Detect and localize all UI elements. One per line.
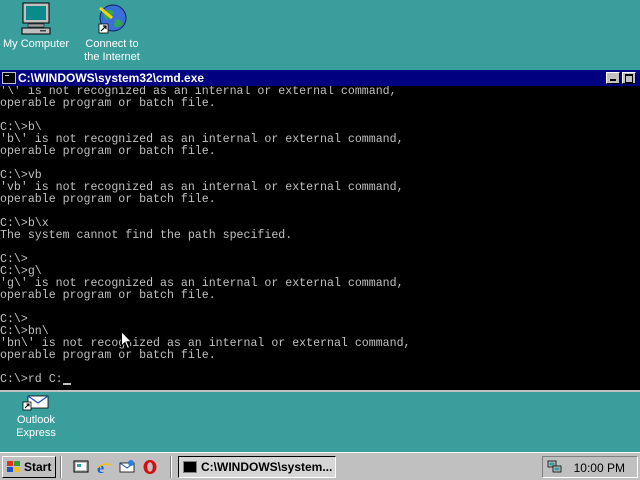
console-line: C:\>	[0, 253, 28, 266]
console-line: operable program or batch file.	[0, 349, 216, 362]
start-button[interactable]: Start	[2, 456, 56, 478]
desktop-icon-label: My Computer	[2, 38, 70, 50]
desktop-icon-my-computer[interactable]: My Computer	[0, 2, 76, 51]
opera-icon[interactable]	[142, 459, 158, 475]
taskbar-separator	[170, 456, 172, 478]
cmd-icon	[183, 461, 197, 473]
desktop-icon-outlook-express[interactable]: Outlook Express	[0, 394, 76, 440]
mouse-pointer-icon	[121, 331, 133, 350]
task-button-cmd[interactable]: C:\WINDOWS\system...	[178, 456, 336, 478]
console-line: operable program or batch file.	[0, 289, 216, 302]
console-line: operable program or batch file.	[0, 193, 216, 206]
network-icon[interactable]	[547, 460, 563, 474]
clock[interactable]: 10:00 PM	[574, 461, 625, 475]
desktop-icon-label: Outlook Express	[16, 414, 56, 439]
text-cursor	[62, 383, 71, 385]
globe-shortcut-icon	[98, 4, 127, 34]
desktop-icon-label: Connect to the Internet	[84, 38, 140, 63]
desktop-icon-connect-internet[interactable]: Connect to the Internet	[72, 2, 152, 64]
console-output[interactable]: '\' is not recognized as an internal or …	[0, 86, 640, 390]
cmd-icon[interactable]	[2, 72, 16, 84]
console-line: operable program or batch file.	[0, 97, 216, 110]
outlook-express-icon	[22, 395, 49, 411]
windows-logo-icon	[7, 461, 20, 472]
taskbar-separator	[60, 456, 62, 478]
show-desktop-icon[interactable]	[73, 459, 89, 475]
outlook-express-quicklaunch-icon[interactable]	[119, 459, 135, 475]
cmd-window[interactable]: C:\WINDOWS\system32\cmd.exe '\' is not r…	[0, 70, 640, 392]
system-tray: 10:00 PM	[542, 456, 638, 478]
window-title: C:\WINDOWS\system32\cmd.exe	[18, 71, 205, 85]
taskbar: Start e C:\WINDOWS\system... 10:00 PM	[0, 452, 640, 480]
console-line: operable program or batch file.	[0, 145, 216, 158]
console-line: C:\>	[0, 313, 28, 326]
maximize-button[interactable]	[622, 72, 636, 84]
console-prompt: C:\>rd C:	[0, 373, 63, 386]
my-computer-icon	[21, 2, 51, 35]
console-line: The system cannot find the path specifie…	[0, 229, 293, 242]
minimize-button[interactable]	[606, 72, 620, 84]
title-bar[interactable]: C:\WINDOWS\system32\cmd.exe	[0, 70, 640, 86]
console-prompt-line[interactable]: C:\>rd C:	[0, 374, 640, 386]
task-button-label: C:\WINDOWS\system...	[201, 460, 333, 474]
start-label: Start	[24, 460, 52, 474]
internet-explorer-icon[interactable]: e	[96, 459, 112, 475]
